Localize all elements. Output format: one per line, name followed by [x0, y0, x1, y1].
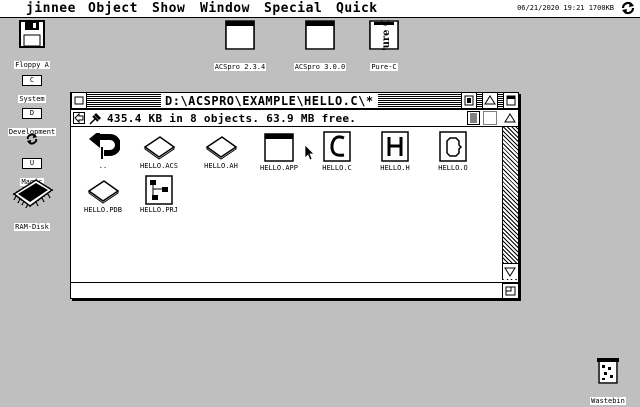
file-name: HELLO.AH — [204, 162, 238, 170]
file-hello-app[interactable]: HELLO.APP — [247, 133, 311, 172]
file-parent[interactable]: .. — [71, 133, 135, 170]
file-name: HELLO.H — [380, 164, 410, 172]
file-name: .. — [98, 162, 108, 170]
window-title: D:\ACSPRO\EXAMPLE\HELLO.C\* — [161, 94, 378, 108]
menu-quick[interactable]: Quick — [336, 1, 378, 16]
file-name: HELLO.PDB — [84, 206, 122, 214]
document-icon — [143, 136, 176, 160]
status-clock: 06/21/2020 19:21 1700KB — [517, 4, 614, 12]
mouse-pointer-icon — [305, 145, 315, 161]
close-icon — [74, 96, 84, 105]
project-file-icon — [145, 175, 173, 205]
file-name: HELLO.C — [322, 164, 352, 172]
scroll-up-title-button[interactable] — [482, 93, 498, 108]
drive-d-icon: D — [22, 108, 42, 119]
icon-view-icon[interactable] — [483, 111, 497, 125]
close-button[interactable] — [71, 93, 87, 108]
horizontal-scrollbar[interactable] — [71, 282, 518, 298]
menu-object[interactable]: Object — [88, 1, 138, 16]
ramdisk-label: RAM-Disk — [14, 223, 50, 231]
resize-icon[interactable] — [502, 283, 518, 298]
directory-window[interactable]: D:\ACSPRO\EXAMPLE\HELLO.C\* 435.4 KB in … — [70, 92, 519, 299]
trash-label: Wastebin — [590, 397, 626, 405]
folder-label: ACSpro 2.3.4 — [213, 63, 267, 71]
file-name: HELLO.APP — [260, 164, 298, 172]
floppy-drive[interactable]: Floppy A — [0, 20, 64, 71]
app-window-icon — [305, 20, 335, 50]
folder-acspro-234[interactable]: ACSpro 2.3.4 — [208, 20, 272, 73]
ramdisk[interactable]: RAM-Disk — [0, 174, 64, 233]
text-view-icon[interactable] — [467, 111, 480, 125]
drive-c-icon: C — [22, 75, 42, 86]
application-icon — [264, 133, 294, 162]
app-window-icon — [225, 20, 255, 50]
c-source-icon — [323, 131, 351, 162]
back-arrow-icon — [89, 133, 120, 159]
fuller-icon — [506, 95, 516, 106]
file-name: HELLO.PRJ — [140, 206, 178, 214]
folder-label: ACSpro 3.0.0 — [293, 63, 347, 71]
fuller-button[interactable] — [503, 93, 519, 108]
refresh-icon — [26, 133, 38, 145]
file-hello-acs[interactable]: HELLO.ACS — [127, 133, 191, 170]
file-hello-o[interactable]: HELLO.O — [421, 131, 485, 172]
file-hello-prj[interactable]: HELLO.PRJ — [127, 175, 191, 214]
pure-c-logo-text: Pure C — [381, 20, 392, 50]
file-name: HELLO.O — [438, 164, 468, 172]
vertical-scrollbar[interactable] — [502, 127, 518, 280]
iconify-icon — [464, 95, 474, 106]
trash-icon — [597, 358, 619, 384]
iconify-button[interactable] — [461, 93, 477, 108]
floppy-icon — [19, 20, 45, 48]
document-icon — [205, 136, 238, 160]
file-hello-h[interactable]: HELLO.H — [363, 131, 427, 172]
pure-c-logo-icon: Pure C — [369, 18, 399, 56]
arrow-left-icon[interactable] — [73, 112, 85, 124]
folder-acspro-300[interactable]: ACSpro 3.0.0 — [288, 20, 352, 73]
info-bar: 435.4 KB in 8 objects. 63.9 MB free. — [71, 110, 518, 127]
folder-label: Pure-C — [370, 63, 398, 71]
arrow-up-icon — [484, 95, 496, 105]
folder-pure-c[interactable]: Pure C Pure-C — [352, 18, 416, 73]
header-file-icon — [381, 131, 409, 162]
arrow-up-icon[interactable] — [503, 111, 517, 125]
ram-chip-icon — [12, 179, 54, 209]
menu-bar: jinnee Object Show Window Special Quick … — [0, 0, 640, 18]
menu-show[interactable]: Show — [152, 1, 185, 16]
arrow-down-icon[interactable] — [502, 263, 518, 279]
menu-special[interactable]: Special — [264, 1, 322, 16]
file-hello-pdb[interactable]: HELLO.PDB — [71, 177, 135, 214]
refresh-icon[interactable] — [620, 0, 636, 16]
trash[interactable]: Wastebin — [580, 356, 636, 407]
menu-app[interactable]: jinnee — [26, 1, 76, 16]
title-bar[interactable]: D:\ACSPRO\EXAMPLE\HELLO.C\* — [71, 93, 519, 110]
file-hello-ah[interactable]: HELLO.AH — [189, 133, 253, 170]
pin-icon[interactable] — [89, 112, 102, 125]
document-icon — [87, 180, 120, 204]
window-info-text: 435.4 KB in 8 objects. 63.9 MB free. — [107, 112, 357, 125]
menu-window[interactable]: Window — [200, 1, 250, 16]
file-name: HELLO.ACS — [140, 162, 178, 170]
object-file-icon — [439, 131, 467, 162]
drive-u-icon: U — [22, 158, 42, 169]
